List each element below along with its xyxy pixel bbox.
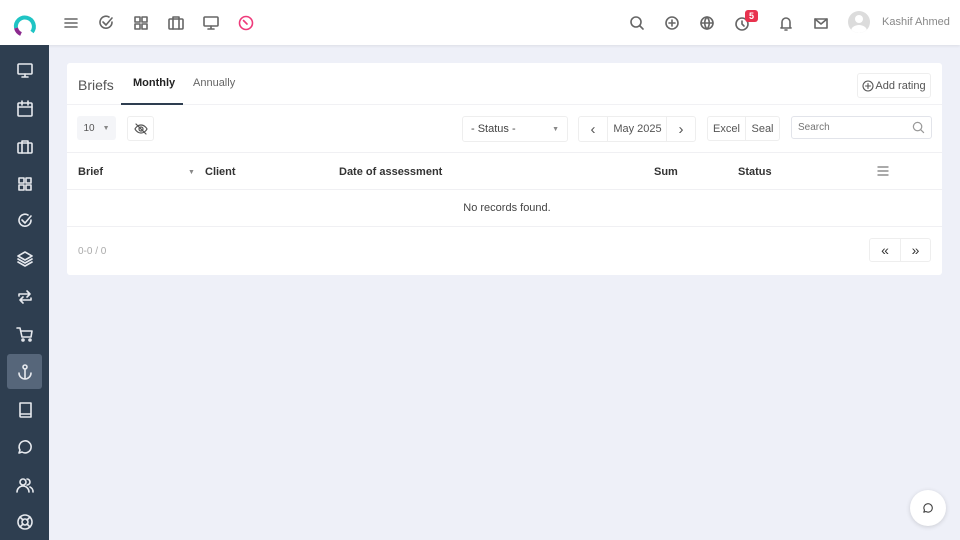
tab-annually[interactable]: Annually <box>193 77 235 89</box>
page-size-value: 10 <box>83 122 95 134</box>
next-period-button[interactable]: › <box>666 116 696 142</box>
sidebar-item-dashboard[interactable] <box>7 53 42 88</box>
active-tab-indicator <box>121 103 183 105</box>
briefcase-icon[interactable] <box>166 13 186 33</box>
column-header-brief[interactable]: Brief <box>78 166 103 178</box>
column-header-status[interactable]: Status <box>738 166 772 178</box>
tab-monthly[interactable]: Monthly <box>133 77 175 89</box>
column-menu-icon[interactable] <box>876 165 890 177</box>
search-icon[interactable] <box>627 13 647 33</box>
anchor-icon <box>17 363 32 380</box>
sidebar <box>0 45 49 540</box>
divider <box>67 189 942 190</box>
briefcase-icon <box>16 139 33 154</box>
sidebar-item-calendar[interactable] <box>7 91 42 126</box>
sidebar-item-transfers[interactable] <box>7 279 42 314</box>
lifebuoy-icon <box>16 513 33 530</box>
seal-button[interactable]: Seal <box>745 116 780 141</box>
previous-period-button[interactable]: ‹ <box>578 116 608 142</box>
mail-icon[interactable] <box>811 13 831 33</box>
plus-circle-icon <box>862 79 874 92</box>
excel-button[interactable]: Excel <box>707 116 746 141</box>
briefs-card: Briefs Monthly Annually Add rating 10 ▼ -… <box>67 63 942 275</box>
sidebar-item-cart[interactable] <box>7 316 42 351</box>
search-input[interactable] <box>798 122 908 133</box>
column-header-date[interactable]: Date of assessment <box>339 166 442 178</box>
chat-icon <box>923 503 933 513</box>
avatar <box>848 11 870 33</box>
sidebar-item-briefs[interactable] <box>7 354 42 389</box>
globe-icon[interactable] <box>697 13 717 33</box>
grid-icon <box>17 176 32 191</box>
add-rating-label: Add rating <box>875 79 926 92</box>
page-title: Briefs <box>78 77 114 93</box>
sidebar-item-book[interactable] <box>7 392 42 427</box>
top-bar: 5 Kashif Ahmed <box>0 0 960 45</box>
eye-off-icon <box>133 122 148 135</box>
period-display[interactable]: May 2025 <box>608 116 667 142</box>
add-rating-button[interactable]: Add rating <box>857 73 931 98</box>
caret-down-icon: ▼ <box>552 125 559 133</box>
check-circle-icon[interactable] <box>96 13 116 33</box>
toggle-columns-button[interactable] <box>127 116 154 141</box>
sidebar-item-support[interactable] <box>7 504 42 539</box>
sidebar-item-layers[interactable] <box>7 241 42 276</box>
gauge-icon[interactable] <box>236 13 256 33</box>
search-field[interactable] <box>791 116 932 139</box>
cart-icon <box>15 326 33 342</box>
tab-bar: Briefs Monthly Annually Add rating <box>67 63 942 105</box>
repeat-icon <box>17 289 32 304</box>
user-name: Kashif Ahmed <box>882 16 950 28</box>
page-size-select[interactable]: 10 ▼ <box>77 116 116 140</box>
sidebar-item-users[interactable] <box>7 467 42 502</box>
book-icon <box>18 401 32 418</box>
record-range: 0-0 / 0 <box>78 246 107 257</box>
monitor-icon <box>16 62 33 78</box>
search-icon <box>912 121 925 134</box>
chat-launcher-button[interactable] <box>910 490 946 526</box>
divider <box>67 226 942 227</box>
layers-icon <box>16 250 33 267</box>
status-filter-select[interactable]: - Status - ▼ <box>462 116 568 142</box>
status-filter-value: - Status - <box>471 123 516 135</box>
last-page-button[interactable]: » <box>900 238 931 262</box>
grid-icon[interactable] <box>131 13 151 33</box>
user-menu[interactable]: Kashif Ahmed <box>848 11 950 33</box>
bell-icon[interactable] <box>776 13 796 33</box>
monitor-icon[interactable] <box>201 13 221 33</box>
check-circle-icon <box>17 212 32 227</box>
sidebar-item-apps[interactable] <box>7 166 42 201</box>
chevron-left-icon: ‹ <box>590 120 596 138</box>
chevron-right-icon: › <box>678 120 684 138</box>
sidebar-item-chat[interactable] <box>7 429 42 464</box>
calendar-icon <box>16 99 33 117</box>
notification-badge: 5 <box>745 10 759 22</box>
app-logo[interactable] <box>12 12 38 38</box>
caret-down-icon: ▼ <box>102 124 110 132</box>
sidebar-item-tasks[interactable] <box>7 203 42 238</box>
plus-circle-icon[interactable] <box>662 13 682 33</box>
users-icon <box>15 477 34 493</box>
empty-message: No records found. <box>463 202 551 214</box>
column-header-client[interactable]: Client <box>205 166 236 178</box>
divider <box>67 152 942 153</box>
first-page-button[interactable]: « <box>869 238 901 262</box>
chat-icon <box>17 439 32 454</box>
sidebar-item-projects[interactable] <box>7 129 42 164</box>
sort-caret-icon[interactable]: ▼ <box>188 169 195 176</box>
menu-icon[interactable] <box>61 13 81 33</box>
column-header-sum[interactable]: Sum <box>654 166 678 178</box>
